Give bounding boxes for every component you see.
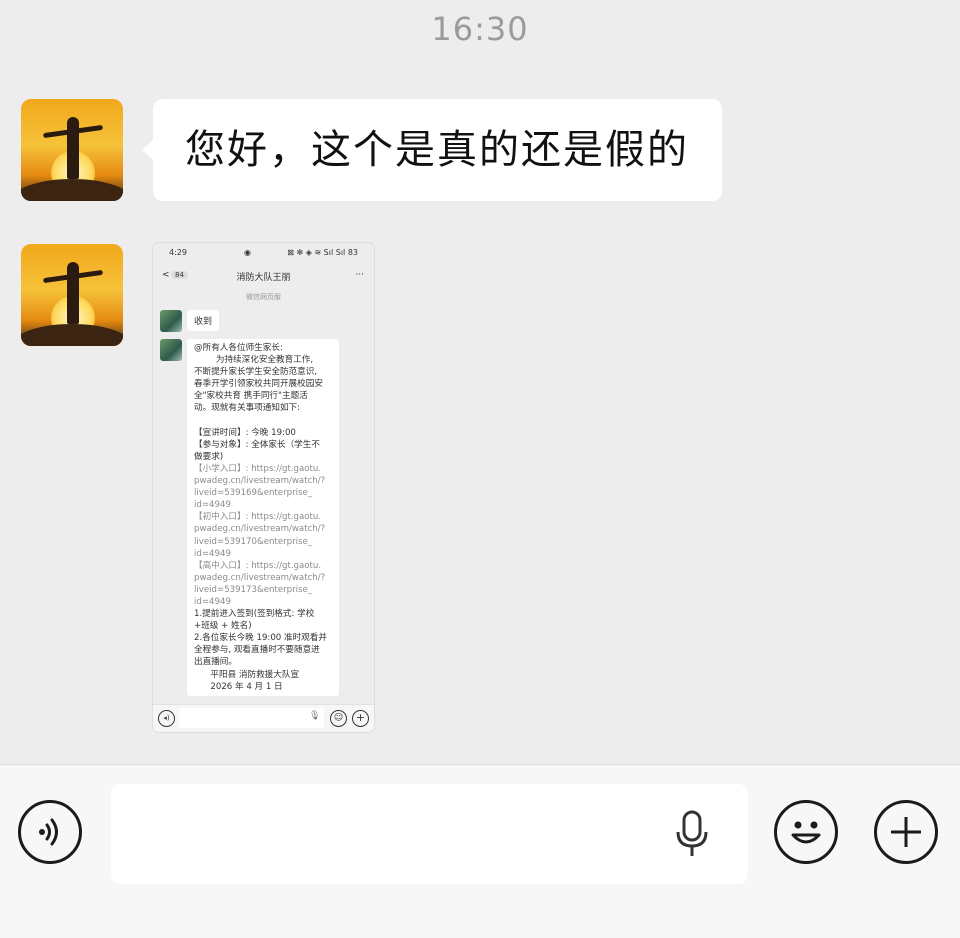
avatar[interactable]	[21, 99, 123, 201]
notice-line: 全程参与, 观看直播时不要随意进	[194, 645, 320, 656]
message-bubble: 收到	[187, 310, 220, 331]
microphone-icon[interactable]	[674, 810, 710, 858]
notice-line: 为持续深化安全教育工作,	[194, 355, 314, 366]
notice-line: 【高中入口】: https://gt.gaotu.	[194, 560, 322, 571]
plus-icon: +	[352, 710, 369, 727]
more-icon: ···	[355, 270, 364, 280]
notice-line: 不断提升家长学生安全防范意识,	[194, 367, 318, 378]
input-bar	[0, 764, 960, 938]
notice-line: 【小学入口】: https://gt.gaotu.	[194, 463, 322, 474]
avatar	[160, 339, 182, 361]
screenshot-input-bar: ◂) 🎙 ☺ +	[153, 704, 374, 732]
notice-line: +班级 + 姓名)	[194, 621, 252, 632]
notice-line: pwadeg.cn/livestream/watch/?	[194, 572, 326, 583]
notice-line: 动。现就有关事项通知如下:	[194, 403, 301, 414]
voice-icon[interactable]	[18, 800, 82, 864]
notice-line: id=4949	[194, 500, 231, 511]
notice-line	[194, 415, 332, 427]
notice-line: id=4949	[194, 596, 231, 607]
screenshot-status-bar: 4:29 ◉ ⊠ ✻ ◈ ≋ Sıl Sıl 83	[169, 248, 358, 260]
timestamp: 16:30	[431, 10, 529, 48]
voice-icon: ◂)	[158, 710, 175, 727]
status-icons: ⊠ ✻ ◈ ≋ Sıl Sıl 83	[287, 248, 358, 257]
chat-subtitle: 微信网页版	[246, 293, 281, 301]
notice-line: @所有人各位师生家长:	[194, 343, 283, 353]
notice-line: id=4949	[194, 548, 231, 559]
avatar[interactable]	[21, 244, 123, 346]
microphone-icon: 🎙	[309, 711, 321, 721]
notice-line: 春季开学引领家校共同开展校园安	[194, 379, 323, 390]
notice-line: 【初中入口】: https://gt.gaotu.	[194, 512, 322, 523]
status-time: 4:29	[169, 248, 187, 257]
status-mid-icon: ◉	[244, 248, 251, 257]
notice-line: 全"家校共育 携手同行"主题活	[194, 391, 308, 402]
notice-line: pwadeg.cn/livestream/watch/?	[194, 524, 326, 535]
notice-line: 出直播间。	[194, 657, 237, 668]
emoji-icon: ☺	[330, 710, 347, 727]
notice-line: 做要求)	[194, 451, 224, 462]
notice-line: liveid=539173&enterprise_	[194, 584, 313, 595]
image-message-screenshot[interactable]: 4:29 ◉ ⊠ ✻ ◈ ≋ Sıl Sıl 83 < 84 消防大队王丽 ··…	[153, 243, 374, 732]
notice-line: liveid=539170&enterprise_	[194, 536, 313, 547]
emoji-icon[interactable]	[774, 800, 838, 864]
notice-line: 平阳县 消防救援大队宣	[194, 669, 300, 680]
notice-line: 1.提前进入签到(签到格式: 学校	[194, 609, 315, 620]
message-bubble-notice: @所有人各位师生家长: 为持续深化安全教育工作, 不断提升家长学生安全防范意识, 春…	[187, 339, 339, 696]
message-bubble[interactable]: 您好，这个是真的还是假的	[142, 99, 722, 201]
plus-icon[interactable]	[874, 800, 938, 864]
message-input[interactable]	[111, 784, 748, 884]
notice-line: pwadeg.cn/livestream/watch/?	[194, 476, 326, 487]
notice-line: 2026 年 4 月 1 日	[194, 681, 283, 692]
screenshot-nav: < 84 消防大队王丽 ···	[153, 270, 374, 286]
chat-title: 消防大队王丽	[236, 273, 291, 283]
notice-line: 【参与对象】: 全体家长（学生不	[194, 439, 320, 450]
notice-line: 2.各位家长今晚 19:00 准时观看并	[194, 633, 327, 644]
notice-line: 【宣讲时间】: 今晚 19:00	[194, 427, 296, 438]
avatar	[160, 310, 182, 332]
notice-line: liveid=539169&enterprise_	[194, 488, 313, 499]
screenshot-input-field	[179, 708, 324, 728]
